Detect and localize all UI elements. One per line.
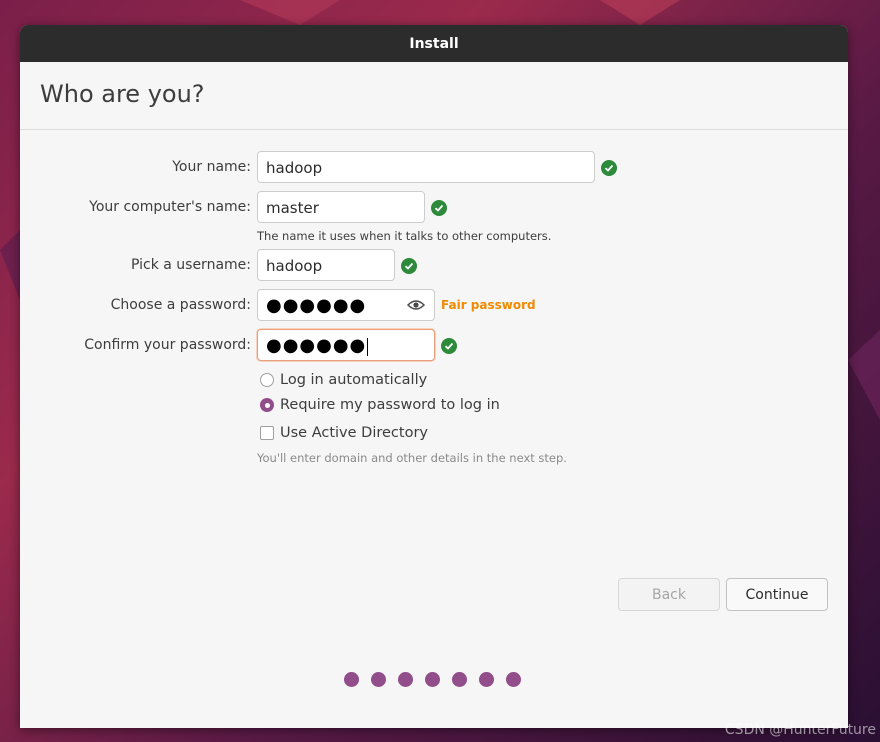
active-directory-hint: You'll enter domain and other details in… [257,451,567,465]
login-automatically-option[interactable]: Log in automatically [260,370,427,390]
active-directory-label: Use Active Directory [280,425,428,441]
progress-dot [398,672,413,687]
confirm-password-label: Confirm your password: [84,337,251,353]
progress-dot [425,672,440,687]
installer-window: Install Who are you? Your name: hadoop Y… [20,25,848,728]
valid-check-icon [401,258,417,274]
progress-dot [506,672,521,687]
watermark: CSDN @HunterFuture [724,722,876,738]
your-name-row: Your name: hadoop [20,151,848,185]
valid-check-icon [601,160,617,176]
require-password-option[interactable]: Require my password to log in [260,395,500,415]
computer-name-row: Your computer's name: master [20,191,848,225]
show-password-icon[interactable] [406,297,426,313]
confirm-password-row: Confirm your password: ●●●●●● [20,329,848,363]
valid-check-icon [431,200,447,216]
window-title: Install [409,35,459,52]
computer-name-input[interactable]: master [257,191,425,223]
confirm-password-input[interactable]: ●●●●●● [257,329,435,361]
password-strength-label: Fair password [441,298,536,312]
username-input[interactable]: hadoop [257,249,395,281]
password-value: ●●●●●● [266,295,367,316]
progress-dot [371,672,386,687]
require-password-label: Require my password to log in [280,397,500,413]
confirm-password-value: ●●●●●● [266,335,367,356]
computer-name-label: Your computer's name: [89,199,251,215]
password-row: Choose a password: ●●●●●● Fair password [20,289,848,323]
active-directory-option[interactable]: Use Active Directory [260,423,428,443]
require-password-radio[interactable] [260,398,274,412]
text-caret [367,337,369,356]
computer-name-hint: The name it uses when it talks to other … [257,229,552,243]
title-bar: Install [20,25,848,62]
your-name-label: Your name: [172,159,251,175]
header-divider [20,129,848,130]
continue-button[interactable]: Continue [726,578,828,611]
active-directory-checkbox[interactable] [260,426,274,440]
login-automatically-radio[interactable] [260,373,274,387]
progress-dot [452,672,467,687]
password-label: Choose a password: [110,297,251,313]
username-row: Pick a username: hadoop [20,249,848,283]
your-name-input[interactable]: hadoop [257,151,595,183]
login-automatically-label: Log in automatically [280,372,428,388]
username-label: Pick a username: [130,257,251,273]
valid-check-icon [441,338,457,354]
progress-indicator [344,672,533,687]
back-button[interactable]: Back [618,578,720,611]
progress-dot [344,672,359,687]
progress-dot [479,672,494,687]
page-title: Who are you? [40,80,205,108]
